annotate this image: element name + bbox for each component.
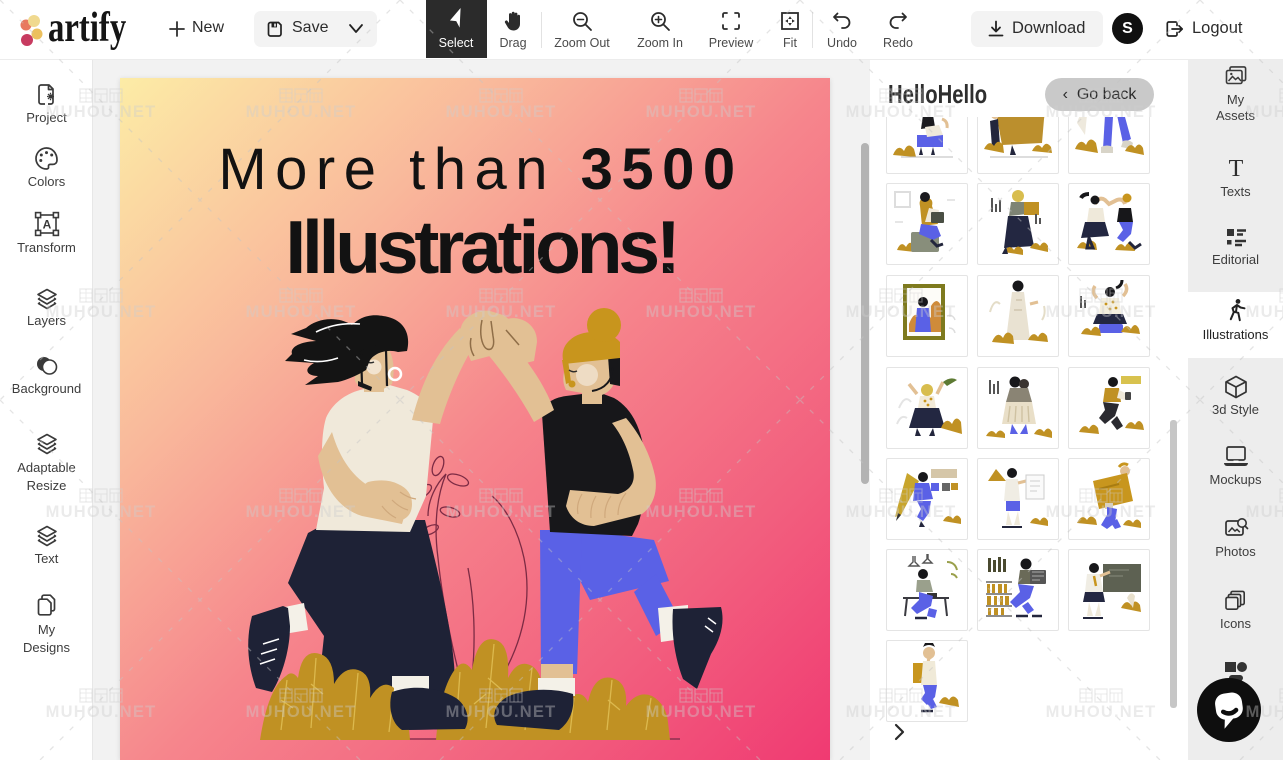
- svg-text:A: A: [42, 218, 51, 232]
- svg-text:T: T: [1228, 156, 1243, 182]
